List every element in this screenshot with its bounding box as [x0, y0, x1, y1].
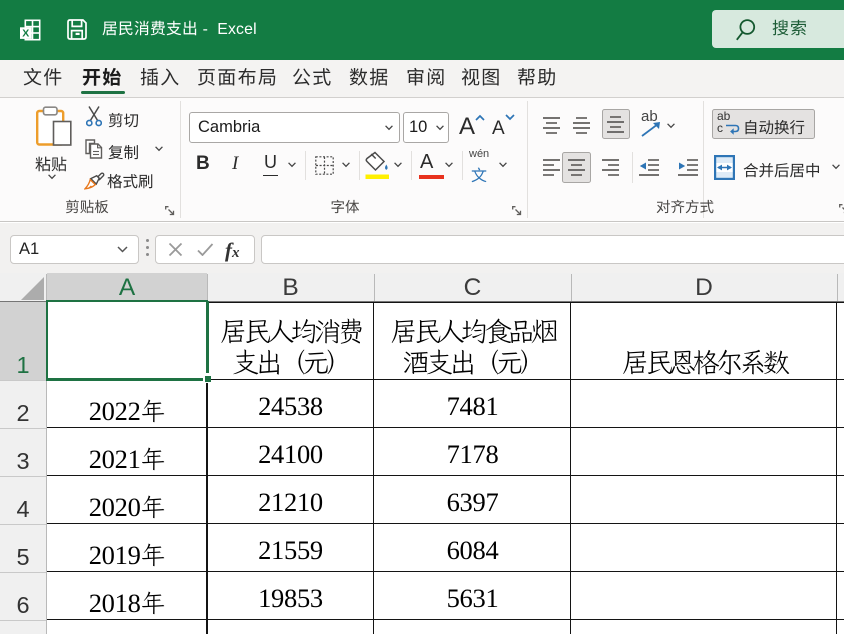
svg-text:X: X — [22, 28, 29, 40]
